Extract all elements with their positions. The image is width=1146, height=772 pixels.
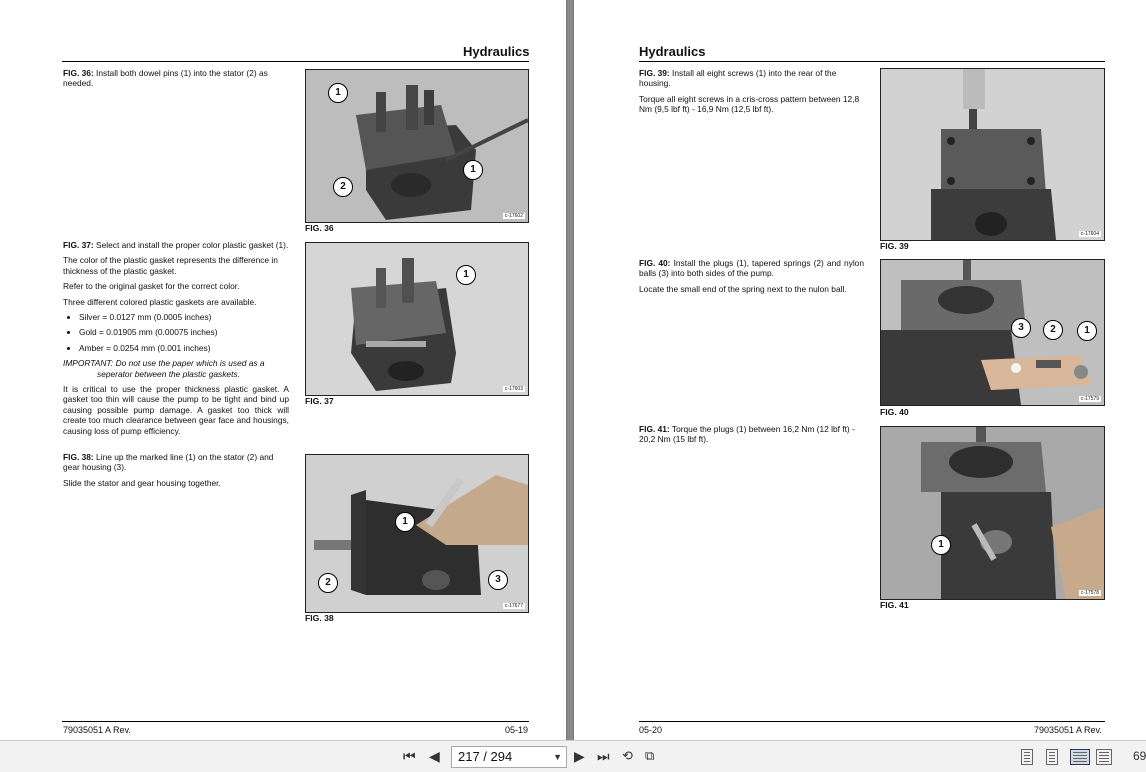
- fig39-photo: c-17604: [880, 68, 1105, 241]
- rotate-icon[interactable]: ⟲: [622, 748, 633, 764]
- gasket-gold: Gold = 0.01905 mm (0.00075 inches): [79, 327, 289, 337]
- photo-id: c-17578: [1078, 590, 1101, 596]
- fig40-photo: 3 2 1 c-17579: [880, 259, 1105, 406]
- important-note: IMPORTANT: Do not use the paper which is…: [63, 358, 265, 379]
- page-header-title: Hydraulics: [463, 44, 530, 59]
- fig37-caption: FIG. 37: [305, 396, 334, 406]
- footer-doc-number: 79035051 A Rev.: [63, 725, 131, 735]
- fig37-paragraph: Three different colored plastic gaskets …: [63, 296, 257, 307]
- fig41-text: Torque the plugs (1) between 16,2 Nm (12…: [639, 424, 855, 445]
- fig40-text: Install the plugs (1), tapered springs (…: [639, 258, 864, 279]
- fig40-caption: FIG. 40: [880, 407, 909, 417]
- fig38-paragraph: Slide the stator and gear housing togeth…: [63, 477, 221, 488]
- fig40-lead: FIG. 40:: [639, 258, 671, 268]
- last-page-icon[interactable]: ⏭: [597, 748, 610, 765]
- callout-3: 3: [1011, 318, 1031, 338]
- page-header-title: Hydraulics: [639, 44, 706, 59]
- fig39-instructions: FIG. 39: Install all eight screws (1) in…: [639, 68, 864, 120]
- fig41-caption: FIG. 41: [880, 600, 909, 610]
- footer-rule: [62, 721, 529, 722]
- fig38-text: Line up the marked line (1) on the stato…: [63, 452, 274, 473]
- callout-2: 2: [333, 177, 353, 197]
- two-page-continuous-view-icon[interactable]: [1096, 749, 1112, 765]
- footer-page-number: 05-19: [505, 725, 529, 735]
- fig39-paragraph: Torque all eight screws in a cris-cross …: [639, 93, 860, 115]
- footer-doc-number: 79035051 A Rev.: [1034, 725, 1102, 735]
- fig38-caption: FIG. 38: [305, 613, 334, 623]
- single-page-view-icon[interactable]: [1021, 749, 1033, 765]
- fig37-paragraph: The color of the plastic gasket represen…: [63, 255, 278, 276]
- next-page-icon[interactable]: ▶: [574, 748, 585, 765]
- first-page-icon[interactable]: ⏮: [403, 748, 416, 765]
- fig40-instructions: FIG. 40: Install the plugs (1), tapered …: [639, 258, 864, 299]
- fig37-photo: 1 c-17603: [305, 242, 529, 396]
- dropdown-icon[interactable]: ▼: [553, 747, 562, 767]
- page-indicator: 217 / 294: [458, 749, 513, 764]
- callout-2: 2: [1043, 320, 1063, 340]
- callout-1: 1: [395, 512, 415, 532]
- left-page: Hydraulics FIG. 36: Install both dowel p…: [0, 0, 566, 740]
- photo-id: c-17604: [1078, 231, 1101, 237]
- fig41-instructions: FIG. 41: Torque the plugs (1) between 16…: [639, 424, 864, 450]
- fig37-paragraph: It is critical to use the proper thickne…: [63, 384, 289, 436]
- continuous-view-icon[interactable]: [1046, 749, 1058, 765]
- fig36-photo: 1 1 2 c-17602: [305, 69, 529, 223]
- fig40-paragraph: Locate the small end of the spring next …: [639, 283, 847, 294]
- fig37-paragraph: Refer to the original gasket for the cor…: [63, 281, 240, 292]
- photo-id: c-17677: [502, 603, 525, 609]
- fig37-illustration: [306, 243, 528, 395]
- fig38-instructions: FIG. 38: Line up the marked line (1) on …: [63, 452, 289, 493]
- callout-1b: 1: [463, 160, 483, 180]
- callout-1: 1: [456, 265, 476, 285]
- photo-id: c-17603: [502, 386, 525, 392]
- header-rule: [62, 61, 529, 62]
- gasket-list: Silver = 0.0127 mm (0.0005 inches) Gold …: [63, 312, 289, 353]
- fig37-lead: FIG. 37:: [63, 240, 94, 250]
- gasket-amber: Amber = 0.0254 mm (0.001 inches): [79, 343, 289, 353]
- photo-id: c-17579: [1078, 396, 1101, 402]
- fig37-instructions: FIG. 37: Select and install the proper c…: [63, 240, 289, 441]
- header-rule: [639, 61, 1105, 62]
- fig40-illustration: [881, 260, 1104, 405]
- photo-id: c-17602: [502, 213, 525, 219]
- fig36-instructions: FIG. 36: Install both dowel pins (1) int…: [63, 68, 289, 94]
- fig41-illustration: [881, 427, 1104, 599]
- gasket-silver: Silver = 0.0127 mm (0.0005 inches): [79, 312, 289, 322]
- page-number-select[interactable]: 217 / 294 ▼: [451, 746, 567, 768]
- fig36-caption: FIG. 36: [305, 223, 334, 233]
- footer-rule: [639, 721, 1105, 722]
- fig39-illustration: [881, 69, 1104, 240]
- footer-page-number: 05-20: [639, 725, 663, 735]
- right-page: Hydraulics FIG. 39: Install all eight sc…: [574, 0, 1146, 740]
- viewer-toolbar: ⏮ ◀ 217 / 294 ▼ ▶ ⏭ ⟲ ⧉ 69: [0, 740, 1146, 772]
- two-page-view-icon[interactable]: [1070, 749, 1090, 765]
- fig36-lead: FIG. 36:: [63, 68, 94, 78]
- fig41-lead: FIG. 41:: [639, 424, 670, 434]
- callout-3: 3: [488, 570, 508, 590]
- callout-1: 1: [1077, 321, 1097, 341]
- fig38-photo: 1 2 3 c-17677: [305, 454, 529, 613]
- callout-2: 2: [318, 573, 338, 593]
- zoom-level[interactable]: 69: [1133, 749, 1146, 763]
- fig41-photo: 1 c-17578: [880, 426, 1105, 600]
- prev-page-icon[interactable]: ◀: [429, 748, 440, 765]
- fig37-text: Select and install the proper color plas…: [93, 240, 289, 250]
- fig39-lead: FIG. 39:: [639, 68, 670, 78]
- callout-1: 1: [328, 83, 348, 103]
- compare-icon[interactable]: ⧉: [645, 748, 654, 764]
- callout-1: 1: [931, 535, 951, 555]
- fig39-caption: FIG. 39: [880, 241, 909, 251]
- fig36-text: Install both dowel pins (1) into the sta…: [63, 68, 268, 89]
- fig38-lead: FIG. 38:: [63, 452, 94, 462]
